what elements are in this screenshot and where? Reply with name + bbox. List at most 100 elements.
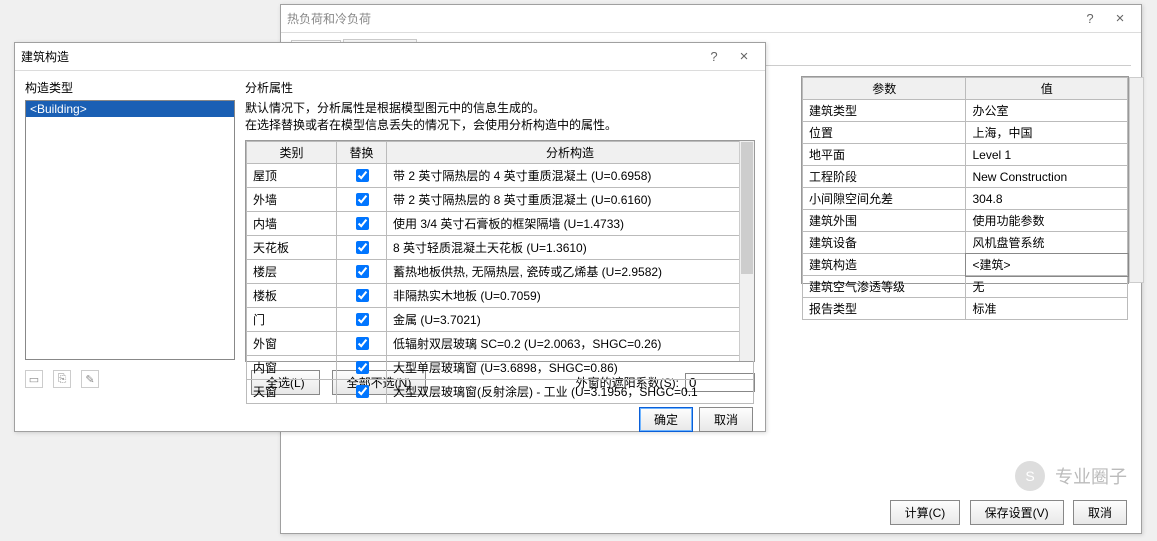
param-key: 地平面	[803, 144, 966, 166]
construction-type-tree[interactable]: <Building>	[25, 100, 235, 360]
replace-checkbox[interactable]	[356, 193, 369, 206]
category-cell: 门	[247, 307, 337, 331]
replace-checkbox[interactable]	[356, 313, 369, 326]
analysis-detail-cell[interactable]: 带 2 英寸隔热层的 8 英寸重质混凝土 (U=0.6160)	[387, 187, 754, 211]
replace-checkbox-cell[interactable]	[337, 163, 387, 187]
analysis-detail-cell[interactable]: 金属 (U=3.7021)	[387, 307, 754, 331]
param-row[interactable]: 地平面Level 1	[803, 144, 1128, 166]
new-icon[interactable]: ▭	[25, 370, 43, 388]
replace-checkbox-cell[interactable]	[337, 259, 387, 283]
params-table: 参数 值 建筑类型办公室位置上海，中国地平面Level 1工程阶段New Con…	[802, 77, 1128, 320]
param-row[interactable]: 报告类型标准	[803, 298, 1128, 320]
param-key: 小间隙空间允差	[803, 188, 966, 210]
category-cell: 天花板	[247, 235, 337, 259]
param-value[interactable]: 304.8	[966, 188, 1128, 210]
param-value[interactable]: 无	[966, 276, 1128, 298]
replace-checkbox-cell[interactable]	[337, 283, 387, 307]
replace-checkbox[interactable]	[356, 385, 369, 398]
analysis-row: 屋顶带 2 英寸隔热层的 4 英寸重质混凝土 (U=0.6958)	[247, 163, 754, 187]
loads-cancel-button[interactable]: 取消	[1073, 500, 1127, 525]
loads-button-bar: 计算(C) 保存设置(V) 取消	[884, 500, 1127, 525]
construction-button-bar: 确定 取消	[15, 401, 765, 442]
analysis-row: 门 金属 (U=3.7021)	[247, 307, 754, 331]
params-scrollbar[interactable]	[1129, 77, 1144, 283]
param-value[interactable]: Level 1	[966, 144, 1128, 166]
analysis-table-wrap: 类别 替换 分析构造 屋顶带 2 英寸隔热层的 4 英寸重质混凝土 (U=0.6…	[245, 140, 755, 362]
replace-checkbox[interactable]	[356, 337, 369, 350]
help-button[interactable]: ?	[1075, 11, 1105, 26]
category-cell: 外墙	[247, 187, 337, 211]
param-value[interactable]: 风机盘管系统	[966, 232, 1128, 254]
param-row[interactable]: 建筑设备风机盘管系统	[803, 232, 1128, 254]
analysis-description: 默认情况下，分析属性是根据模型图元中的信息生成的。 在选择替换或者在模型信息丢失…	[245, 100, 755, 134]
param-row[interactable]: 建筑类型办公室	[803, 100, 1128, 122]
param-header: 参数	[803, 78, 966, 100]
param-value[interactable]: 使用功能参数	[966, 210, 1128, 232]
close-button[interactable]: ×	[729, 48, 759, 65]
analysis-row: 外墙 带 2 英寸隔热层的 8 英寸重质混凝土 (U=0.6160)	[247, 187, 754, 211]
replace-checkbox[interactable]	[356, 169, 369, 182]
replace-checkbox[interactable]	[356, 217, 369, 230]
replace-checkbox[interactable]	[356, 265, 369, 278]
param-key: 建筑设备	[803, 232, 966, 254]
analysis-row: 内窗大型单层玻璃窗 (U=3.6898，SHGC=0.86)	[247, 355, 754, 379]
cancel-button[interactable]: 取消	[699, 407, 753, 432]
analysis-detail-cell[interactable]: 蓄热地板供热, 无隔热层, 瓷砖或乙烯基 (U=2.9582)	[387, 259, 754, 283]
copy-icon[interactable]: ⎘	[53, 370, 71, 388]
analysis-detail-cell[interactable]: 带 2 英寸隔热层的 4 英寸重质混凝土 (U=0.6958)	[387, 163, 754, 187]
tree-toolbar: ▭ ⎘ ✎	[25, 370, 235, 388]
category-cell: 内墙	[247, 211, 337, 235]
loads-title: 热负荷和冷负荷	[287, 10, 1075, 27]
ok-button[interactable]: 确定	[639, 407, 693, 432]
param-key: 建筑类型	[803, 100, 966, 122]
analysis-detail-cell[interactable]: 非隔热实木地板 (U=0.7059)	[387, 283, 754, 307]
replace-checkbox-cell[interactable]	[337, 307, 387, 331]
param-value[interactable]: <建筑>	[966, 254, 1128, 276]
replace-checkbox[interactable]	[356, 241, 369, 254]
param-value[interactable]: 标准	[966, 298, 1128, 320]
analysis-detail-cell[interactable]: 使用 3/4 英寸石膏板的框架隔墙 (U=1.4733)	[387, 211, 754, 235]
analysis-detail-cell[interactable]: 8 英寸轻质混凝土天花板 (U=1.3610)	[387, 235, 754, 259]
param-row[interactable]: 建筑构造<建筑>	[803, 254, 1128, 276]
tree-node-building[interactable]: <Building>	[26, 101, 234, 117]
param-row[interactable]: 建筑外围使用功能参数	[803, 210, 1128, 232]
help-button[interactable]: ?	[699, 49, 729, 64]
replace-checkbox[interactable]	[356, 289, 369, 302]
param-row[interactable]: 建筑空气渗透等级无	[803, 276, 1128, 298]
replace-checkbox-cell[interactable]	[337, 235, 387, 259]
analysis-row: 楼板 非隔热实木地板 (U=0.7059)	[247, 283, 754, 307]
replace-checkbox-cell[interactable]	[337, 331, 387, 355]
analysis-detail-cell[interactable]: 低辐射双层玻璃 SC=0.2 (U=2.0063，SHGC=0.26)	[387, 331, 754, 355]
replace-checkbox[interactable]	[356, 361, 369, 374]
replace-checkbox-cell[interactable]	[337, 187, 387, 211]
analysis-detail-cell[interactable]: 大型双层玻璃窗(反射涂层) - 工业 (U=3.1956，SHGC=0.1	[387, 379, 754, 403]
construction-titlebar: 建筑构造 ? ×	[15, 43, 765, 71]
category-cell: 楼板	[247, 283, 337, 307]
analysis-properties-label: 分析属性	[245, 79, 755, 96]
replace-checkbox-cell[interactable]	[337, 355, 387, 379]
param-value[interactable]: New Construction	[966, 166, 1128, 188]
param-row[interactable]: 位置上海，中国	[803, 122, 1128, 144]
close-button[interactable]: ×	[1105, 10, 1135, 27]
param-key: 建筑外围	[803, 210, 966, 232]
param-key: 位置	[803, 122, 966, 144]
replace-checkbox-cell[interactable]	[337, 211, 387, 235]
param-row[interactable]: 工程阶段New Construction	[803, 166, 1128, 188]
scrollbar-thumb[interactable]	[741, 142, 753, 274]
replace-header: 替换	[337, 141, 387, 163]
param-value[interactable]: 上海，中国	[966, 122, 1128, 144]
construction-type-label: 构造类型	[25, 79, 235, 96]
loads-titlebar: 热负荷和冷负荷 ? ×	[281, 5, 1141, 33]
param-value[interactable]: 办公室	[966, 100, 1128, 122]
analysis-detail-cell[interactable]: 大型单层玻璃窗 (U=3.6898，SHGC=0.86)	[387, 355, 754, 379]
param-row[interactable]: 小间隙空间允差304.8	[803, 188, 1128, 210]
calculate-button[interactable]: 计算(C)	[890, 500, 961, 525]
params-header-row: 参数 值	[803, 78, 1128, 100]
param-key: 建筑空气渗透等级	[803, 276, 966, 298]
desc-line1: 默认情况下，分析属性是根据模型图元中的信息生成的。	[245, 101, 545, 115]
analysis-scrollbar[interactable]	[739, 141, 754, 361]
param-key: 建筑构造	[803, 254, 966, 276]
rename-icon[interactable]: ✎	[81, 370, 99, 388]
save-settings-button[interactable]: 保存设置(V)	[970, 500, 1064, 525]
replace-checkbox-cell[interactable]	[337, 379, 387, 403]
